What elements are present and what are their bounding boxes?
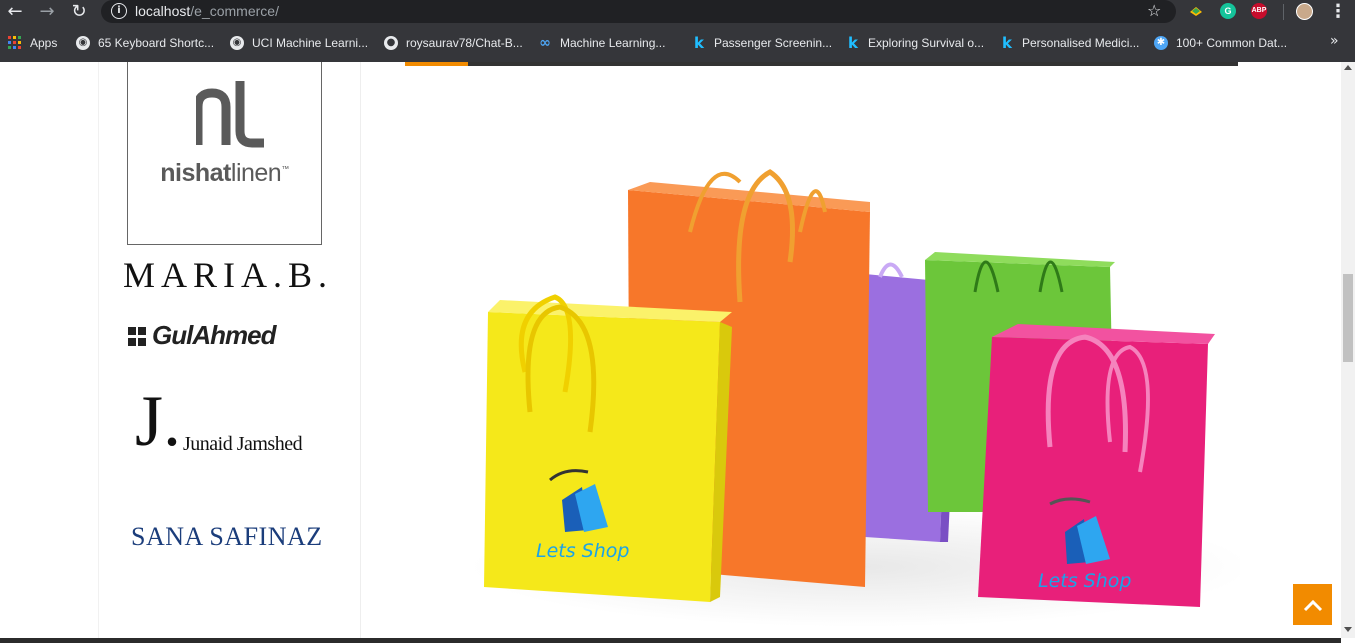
jj-logo-letter: J. [135,381,182,461]
category-tab-strip [405,62,1238,66]
address-bar[interactable]: i localhost/e_commerce/ ☆ [101,0,1176,23]
bookmarks-bar: Apps ◉ 65 Keyboard Shortc... ◉ UCI Machine… [0,25,1355,63]
jj-wordmark: Junaid Jamshed [183,433,303,455]
reload-icon[interactable]: ↻ [68,2,90,22]
github-icon: ● [384,36,398,50]
infinity-icon: ∞ [539,35,551,51]
scroll-up-arrow-icon[interactable] [1344,65,1352,70]
scroll-down-arrow-icon[interactable] [1344,627,1352,632]
extension-icon[interactable] [1188,3,1204,19]
grammarly-icon[interactable]: G [1220,3,1236,19]
bookmark-item[interactable]: k Exploring Survival o... [846,35,984,51]
kaggle-icon: k [1002,34,1012,52]
shopping-bags-illustration: Lets Shop Lets Shop [470,169,1250,627]
bookmark-label: UCI Machine Learni... [252,36,369,50]
gulahmed-wordmark: GulAhmed [152,320,276,350]
settings-icon: ✱ [1154,36,1168,50]
bookmark-item[interactable]: k Personalised Medici... [1000,35,1139,51]
bookmark-item[interactable]: ◉ 65 Keyboard Shortc... [76,35,214,51]
kaggle-icon: k [694,34,704,52]
bookmark-label: 100+ Common Dat... [1176,36,1288,50]
bookmark-label: Machine Learning... [560,36,666,50]
bag-text-right: Lets Shop [1038,570,1131,592]
url-text[interactable]: localhost/e_commerce/ [135,3,279,19]
nishat-logo-mark [196,81,264,148]
brand-maria-b[interactable]: MARIA.B. [123,254,333,296]
nishat-wordmark: nishatlinen™ [128,159,321,188]
globe-icon: ◉ [230,36,244,50]
bookmark-label: Apps [30,36,58,50]
brand-junaid-jamshed[interactable]: J. Junaid Jamshed [135,381,335,467]
bookmark-item[interactable]: ∞ Machine Learning... [538,35,665,51]
avatar[interactable] [1296,3,1313,20]
back-to-top-button[interactable] [1293,584,1332,625]
info-icon[interactable]: i [111,3,127,19]
adblock-plus-icon[interactable]: ABP [1251,3,1267,19]
bookmark-item[interactable]: ✱ 100+ Common Dat... [1154,35,1287,51]
globe-icon: ◉ [76,36,90,50]
page-scrollbar[interactable] [1341,62,1355,638]
window-bottom-edge [0,638,1341,643]
scrollbar-thumb[interactable] [1343,274,1353,362]
browser-toolbar: ← → ↻ i localhost/e_commerce/ ☆ G ABP ⋮ [0,0,1355,25]
trademark-symbol: ™ [281,164,289,174]
bookmark-label: 65 Keyboard Shortc... [98,36,215,50]
brand-sana-safinaz[interactable]: SANA SAFINAZ [131,522,323,552]
bookmark-item[interactable]: ● roysaurav78/Chat-B... [384,35,523,51]
bag-text-left: Lets Shop [536,540,629,562]
nishat-word-bold: nishat [160,159,231,187]
bookmark-label: roysaurav78/Chat-B... [406,36,523,50]
bookmark-item[interactable]: ◉ UCI Machine Learni... [230,35,368,51]
url-host: localhost [135,3,191,19]
kaggle-icon: k [848,34,858,52]
bookmark-label: Personalised Medici... [1022,36,1140,50]
star-icon[interactable]: ☆ [1147,1,1161,20]
kebab-menu-icon[interactable]: ⋮ [1327,2,1349,22]
nishat-word-light: linen [230,159,282,187]
yellow-bag: Lets Shop [484,294,732,602]
back-arrow-icon[interactable]: ← [4,2,26,22]
bookmark-item[interactable]: k Passenger Screenin... [692,35,832,51]
brand-sidebar: nishatlinen™ MARIA.B. GulAhmed J. Junaid… [98,62,361,638]
page-content: nishatlinen™ MARIA.B. GulAhmed J. Junaid… [0,62,1341,638]
bookmarks-overflow-button[interactable]: » [1330,33,1339,49]
bookmark-label: Exploring Survival o... [868,36,985,50]
forward-arrow-icon[interactable]: → [36,2,58,22]
bookmark-apps[interactable]: Apps [8,35,57,51]
url-path: /e_commerce/ [190,3,279,19]
brand-nishat-linen[interactable]: nishatlinen™ [127,62,322,245]
gulahmed-logo-icon [128,325,148,347]
chevron-up-icon [1303,599,1322,611]
toolbar-divider [1283,4,1284,20]
pink-bag: Lets Shop [978,324,1215,607]
hero-shopping-bags-image: Lets Shop Lets Shop [470,112,1250,638]
apps-grid-icon [8,36,22,50]
active-tab-indicator[interactable] [405,62,468,66]
bookmark-label: Passenger Screenin... [714,36,833,50]
brand-gulahmed[interactable]: GulAhmed [128,320,276,351]
